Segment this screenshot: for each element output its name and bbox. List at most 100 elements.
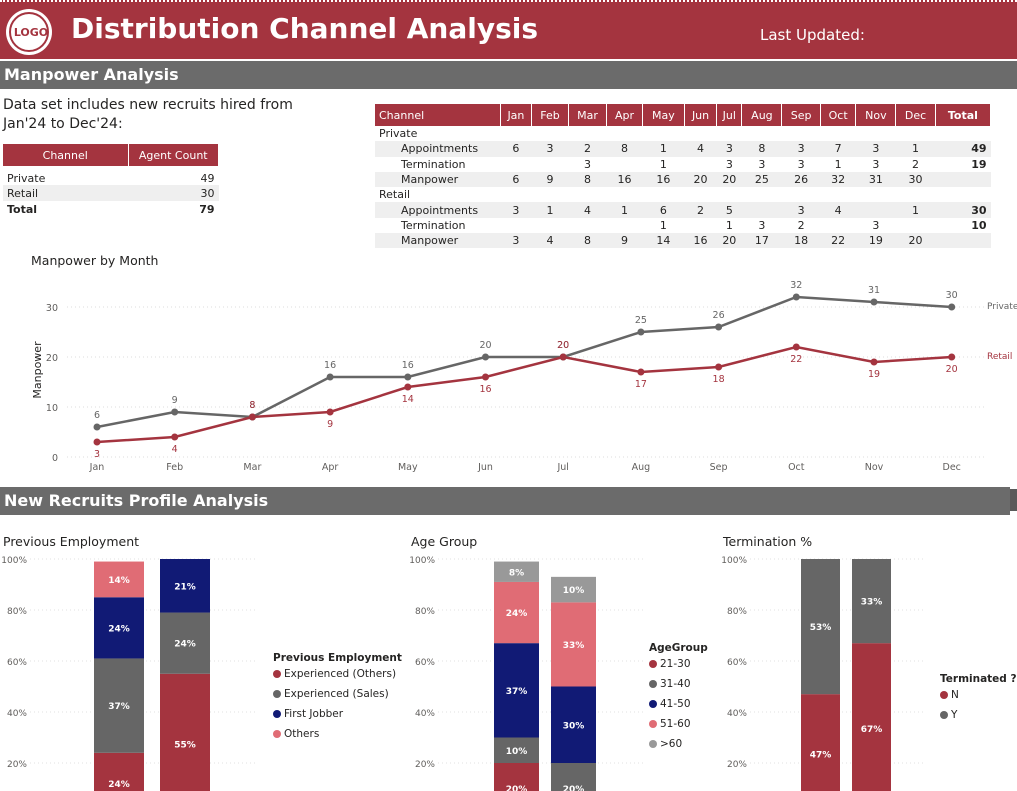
matrix-cell xyxy=(741,202,782,218)
data-label-private: 32 xyxy=(790,280,802,291)
matrix-total-cell: 19 xyxy=(971,157,987,171)
data-label-retail: 14 xyxy=(402,394,414,405)
matrix-cell: 25 xyxy=(741,171,782,188)
legend-dot-icon xyxy=(940,691,948,699)
data-point-retail[interactable] xyxy=(326,408,334,416)
bar-segment-label: 47% xyxy=(810,751,832,761)
matrix-cell xyxy=(820,218,856,233)
data-point-private[interactable] xyxy=(171,408,179,416)
data-point-private[interactable] xyxy=(404,373,412,381)
matrix-cell: 2 xyxy=(912,157,920,171)
data-label-retail: 17 xyxy=(635,379,647,390)
matrix-cell: 2 xyxy=(568,141,607,157)
legend-label: 41-50 xyxy=(660,698,691,710)
data-point-retail[interactable] xyxy=(248,413,256,421)
series-end-label-retail: Retail xyxy=(987,352,1012,362)
data-label-private: 16 xyxy=(324,360,336,371)
legend-item[interactable]: Others xyxy=(273,724,402,744)
data-point-private[interactable] xyxy=(637,328,645,336)
x-tick-label: Jun xyxy=(477,462,493,473)
table-row: Manpower 3 4 8 9 14 16 20 17 18 22 19 20 xyxy=(375,233,991,249)
y-tick-label: 80% xyxy=(7,607,27,617)
y-tick-label: 100% xyxy=(409,556,435,566)
y-tick-label: 20 xyxy=(46,353,58,364)
data-point-retail[interactable] xyxy=(870,358,878,366)
matrix-cell: 31 xyxy=(855,171,896,188)
bar-segment[interactable] xyxy=(852,643,891,791)
data-point-private[interactable] xyxy=(482,353,489,361)
data-point-retail[interactable] xyxy=(559,353,567,361)
matrix-header-row: Channel Jan Feb Mar Apr May Jun Jul Aug Sep Oct Nov… xyxy=(375,104,992,126)
matrix-cell: 2 xyxy=(797,218,805,232)
legend-dot-icon xyxy=(273,730,281,738)
legend-item[interactable]: 51-60 xyxy=(649,714,708,734)
data-point-private[interactable] xyxy=(326,373,334,381)
x-tick-label: Oct xyxy=(788,462,805,473)
matrix-cell: 8 xyxy=(568,233,607,249)
data-point-retail[interactable] xyxy=(715,363,723,371)
bar-segment-label: 53% xyxy=(810,623,832,633)
data-point-retail[interactable] xyxy=(171,433,179,441)
matrix-row-label: Appointments xyxy=(375,202,500,218)
logo-ring: LOGO xyxy=(9,12,49,52)
matrix-cell xyxy=(532,157,568,172)
legend-dot-icon xyxy=(273,670,281,678)
manpower-line-chart: Manpower 0 10 20 30 Jan Feb Mar Apr May Jun Jul Aug S… xyxy=(31,280,1017,473)
x-tick-label: Aug xyxy=(632,462,651,473)
legend-item[interactable]: Experienced (Sales) xyxy=(273,684,402,704)
x-tick-label: Mar xyxy=(243,462,261,473)
legend-item[interactable]: 41-50 xyxy=(649,694,708,714)
legend-label: Experienced (Sales) xyxy=(284,688,389,700)
bar-segment[interactable] xyxy=(801,694,840,791)
data-label-retail: 22 xyxy=(790,354,802,365)
data-label-retail: 8 xyxy=(249,400,255,411)
legend-item[interactable]: Experienced (Others) xyxy=(273,664,402,684)
data-point-private[interactable] xyxy=(93,423,101,431)
y-tick-label: 10 xyxy=(46,403,58,414)
scrollbar-thumb[interactable] xyxy=(1010,489,1017,511)
data-label-retail: 18 xyxy=(713,374,725,385)
data-point-retail[interactable] xyxy=(404,383,412,391)
bar-segment-label: 14% xyxy=(108,576,130,586)
data-point-retail[interactable] xyxy=(93,438,101,446)
matrix-cell: 4 xyxy=(684,141,717,157)
matrix-cell: 3 xyxy=(758,218,766,232)
data-point-retail[interactable] xyxy=(792,343,800,351)
data-point-private[interactable] xyxy=(715,323,723,331)
data-point-retail[interactable] xyxy=(637,368,645,376)
matrix-group-label: Private xyxy=(379,127,418,141)
matrix-group-label: Retail xyxy=(379,188,411,202)
matrix-cell: 19 xyxy=(855,233,896,249)
matrix-cell xyxy=(684,218,716,233)
matrix-cell: 26 xyxy=(781,171,821,188)
legend-item[interactable]: Y xyxy=(940,705,1017,725)
y-tick-label: 0 xyxy=(52,453,58,464)
matrix-cell: 22 xyxy=(820,233,856,249)
matrix-cell: 17 xyxy=(741,233,782,249)
data-point-private[interactable] xyxy=(870,298,878,306)
bar-segment[interactable] xyxy=(160,673,210,791)
legend-label: First Jobber xyxy=(284,708,344,720)
matrix-cell: 3 xyxy=(797,157,805,171)
legend-label: >60 xyxy=(660,738,683,750)
data-point-private[interactable] xyxy=(792,293,800,301)
legend-item[interactable]: 21-30 xyxy=(649,654,708,674)
matrix-cell: 1 xyxy=(895,202,936,218)
x-tick-label: Jul xyxy=(556,462,568,473)
data-label-retail: 16 xyxy=(479,384,491,395)
matrix-cell: 3 xyxy=(855,141,896,157)
data-point-retail[interactable] xyxy=(482,373,489,381)
data-point-private[interactable] xyxy=(948,303,956,311)
legend-item[interactable]: First Jobber xyxy=(273,704,402,724)
y-tick-label: 100% xyxy=(721,556,747,566)
y-tick-label: 30 xyxy=(46,303,58,314)
legend-item[interactable]: N xyxy=(940,685,1017,705)
agent-table-header-count: Agent Count xyxy=(128,144,219,166)
matrix-cell: 16 xyxy=(606,171,643,188)
legend-item[interactable]: 31-40 xyxy=(649,674,708,694)
matrix-header-nov: Nov xyxy=(855,104,897,126)
data-point-retail[interactable] xyxy=(948,353,956,361)
y-tick-label: 20% xyxy=(727,760,747,770)
matrix-cell: 20 xyxy=(716,171,742,188)
legend-item[interactable]: >60 xyxy=(649,734,708,754)
